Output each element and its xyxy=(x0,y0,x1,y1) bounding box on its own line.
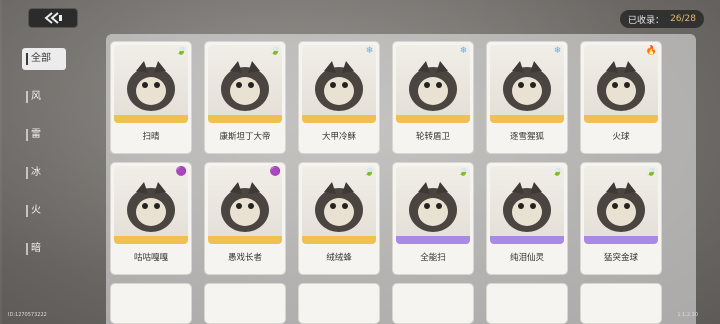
creature-card[interactable]: ❄ 轮转盾卫 xyxy=(392,41,474,154)
cryo-icon: ❄ xyxy=(553,46,562,56)
electro-icon: 🟣 xyxy=(175,167,188,177)
creature-name: 大甲冷稣 xyxy=(321,132,356,142)
creature-card-partial[interactable] xyxy=(204,283,286,324)
tab-label: 全部 xyxy=(31,53,51,64)
element-filter-sidebar: 全部 风 雷 冰 火 暗 xyxy=(22,48,66,276)
creature-card[interactable]: 🟣 咕咕嘎嘎 xyxy=(110,162,192,275)
user-id: ID:1270573222 xyxy=(8,312,47,318)
creature-card[interactable]: 🍃 康斯坦丁大帝 xyxy=(204,41,286,154)
creature-name: 康斯坦丁大帝 xyxy=(219,132,271,142)
tab-cryo[interactable]: 冰 xyxy=(22,162,66,184)
creature-name: 愚戏长者 xyxy=(227,253,262,263)
creature-card[interactable]: 🍃 猛突金球 xyxy=(580,162,662,275)
creature-card-partial[interactable] xyxy=(392,283,474,324)
version-label: 1.1.2.30 xyxy=(677,312,698,318)
tab-pyro[interactable]: 火 xyxy=(22,200,66,222)
rarity-strip xyxy=(114,236,188,244)
creature-card-partial[interactable] xyxy=(486,283,568,324)
collection-count: 26/28 xyxy=(670,14,696,24)
tab-label: 风 xyxy=(31,91,41,102)
tab-label: 雷 xyxy=(31,129,41,140)
rarity-strip xyxy=(490,115,564,123)
creature-name: 扫晴 xyxy=(142,132,160,142)
anemo-icon: 🍃 xyxy=(175,46,188,56)
anemo-icon: 🍃 xyxy=(363,167,376,177)
anemo-icon: 🍃 xyxy=(551,167,564,177)
creature-name: 轮转盾卫 xyxy=(415,132,450,142)
tab-anemo[interactable]: 风 xyxy=(22,86,66,108)
tab-electro[interactable]: 雷 xyxy=(22,124,66,146)
creature-card-partial[interactable] xyxy=(580,283,662,324)
creature-card[interactable]: 🍃 扫晴 xyxy=(110,41,192,154)
collection-label: 已收录： xyxy=(628,15,665,26)
creature-name: 全能扫 xyxy=(420,253,446,263)
rarity-strip xyxy=(396,115,470,123)
creature-name: 纯泪仙灵 xyxy=(509,253,544,263)
cryo-icon: ❄ xyxy=(459,46,468,56)
rarity-strip xyxy=(114,115,188,123)
creature-name: 火球 xyxy=(612,132,630,142)
creature-name: 逐雪猩狐 xyxy=(509,132,544,142)
creature-card[interactable]: 🔥 火球 xyxy=(580,41,662,154)
tab-label: 冰 xyxy=(31,167,41,178)
creature-name: 猛突金球 xyxy=(603,253,638,263)
tab-label: 暗 xyxy=(31,243,41,254)
tab-all[interactable]: 全部 xyxy=(22,48,66,70)
rarity-strip xyxy=(490,236,564,244)
anemo-icon: 🍃 xyxy=(645,167,658,177)
rarity-strip xyxy=(208,236,282,244)
creature-card-partial[interactable] xyxy=(298,283,380,324)
rarity-strip xyxy=(584,115,658,123)
creature-card[interactable]: ❄ 逐雪猩狐 xyxy=(486,41,568,154)
rarity-strip xyxy=(302,236,376,244)
creature-card[interactable]: 🍃 全能扫 xyxy=(392,162,474,275)
tab-label: 火 xyxy=(31,205,41,216)
electro-icon: 🟣 xyxy=(269,167,282,177)
anemo-icon: 🍃 xyxy=(269,46,282,56)
creature-card[interactable]: 🍃 纯泪仙灵 xyxy=(486,162,568,275)
creature-card[interactable]: ❄ 大甲冷稣 xyxy=(298,41,380,154)
rarity-strip xyxy=(396,236,470,244)
rarity-strip xyxy=(302,115,376,123)
pyro-icon: 🔥 xyxy=(645,46,658,56)
collection-counter: 已收录： 26/28 xyxy=(620,10,704,28)
back-arrow-icon xyxy=(44,12,62,24)
back-button[interactable] xyxy=(28,8,78,28)
cryo-icon: ❄ xyxy=(365,46,374,56)
creature-name: 绒绒蜂 xyxy=(326,253,352,263)
creature-card-partial[interactable] xyxy=(110,283,192,324)
rarity-strip xyxy=(208,115,282,123)
creature-card[interactable]: 🍃 绒绒蜂 xyxy=(298,162,380,275)
anemo-icon: 🍃 xyxy=(457,167,470,177)
rarity-strip xyxy=(584,236,658,244)
creature-name: 咕咕嘎嘎 xyxy=(133,253,168,263)
creature-card[interactable]: 🟣 愚戏长者 xyxy=(204,162,286,275)
tab-dark[interactable]: 暗 xyxy=(22,238,66,260)
